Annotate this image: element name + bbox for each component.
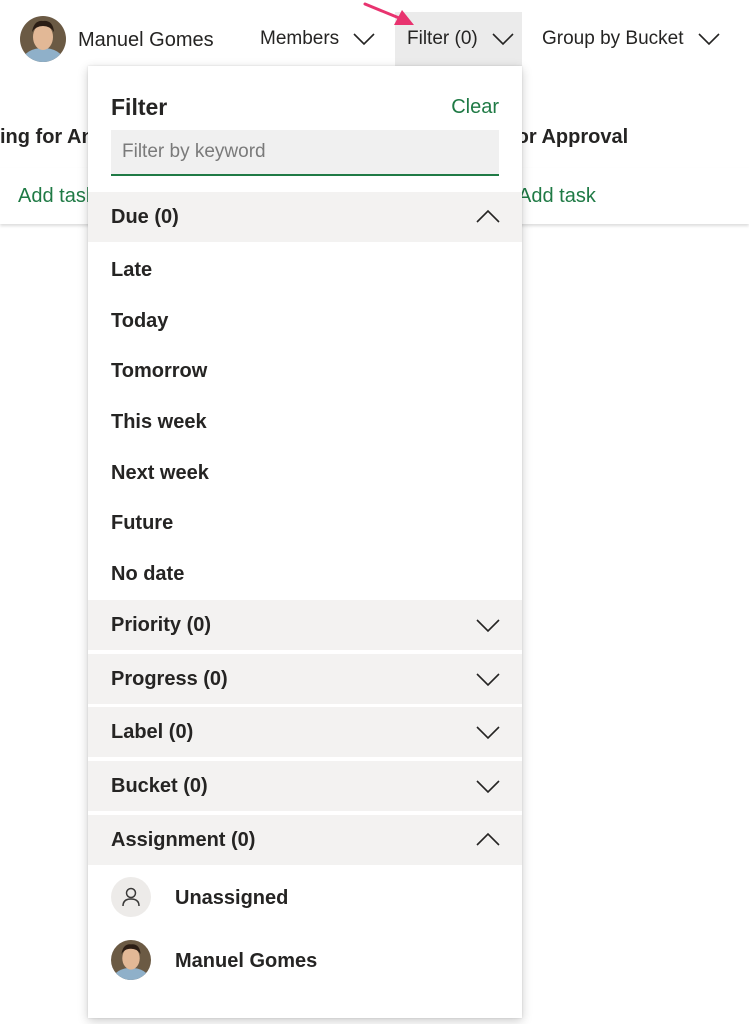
- chevron-up-icon: [476, 832, 500, 846]
- progress-section-label: Progress (0): [111, 667, 228, 690]
- chevron-down-icon: [353, 33, 375, 46]
- chevron-down-icon: [476, 726, 500, 740]
- label-section-header[interactable]: Label (0): [88, 707, 522, 757]
- assignment-option-label: Manuel Gomes: [175, 950, 318, 972]
- chevron-up-icon: [476, 209, 500, 223]
- bucket-title-right: for Approval: [510, 126, 629, 148]
- chevron-down-icon: [476, 780, 500, 794]
- due-option-today[interactable]: Today: [111, 310, 168, 333]
- assignment-section-header[interactable]: Assignment (0): [88, 815, 522, 865]
- filter-label: Filter (0): [407, 28, 478, 49]
- priority-section-label: Priority (0): [111, 613, 212, 636]
- group-by-button[interactable]: Group by Bucket: [542, 12, 720, 66]
- due-option-tomorrow[interactable]: Tomorrow: [111, 360, 207, 383]
- add-task-button-right[interactable]: Add task: [518, 185, 596, 208]
- avatar: [111, 940, 151, 980]
- due-option-future[interactable]: Future: [111, 512, 173, 535]
- progress-section-header[interactable]: Progress (0): [88, 654, 522, 704]
- assignment-option-unassigned[interactable]: Unassigned: [88, 867, 522, 927]
- bucket-section-header[interactable]: Bucket (0): [88, 761, 522, 811]
- due-option-this-week[interactable]: This week: [111, 411, 207, 434]
- chevron-down-icon: [476, 673, 500, 687]
- filter-panel: Filter Clear Due (0) Late Today Tomorrow…: [88, 66, 522, 1018]
- due-option-next-week[interactable]: Next week: [111, 462, 209, 485]
- add-task-button-left[interactable]: Add task: [18, 185, 96, 208]
- chevron-down-icon: [476, 619, 500, 633]
- chevron-down-icon: [492, 33, 514, 46]
- due-section-header[interactable]: Due (0): [88, 192, 522, 242]
- person-outline-icon: [111, 877, 151, 917]
- priority-section-header[interactable]: Priority (0): [88, 600, 522, 650]
- due-section-label: Due (0): [111, 205, 179, 228]
- user-avatar[interactable]: [20, 16, 66, 62]
- annotation-arrow-icon: [363, 2, 414, 25]
- members-label: Members: [260, 28, 340, 49]
- bucket-section-label: Bucket (0): [111, 774, 208, 797]
- chevron-down-icon: [697, 33, 720, 46]
- user-name: Manuel Gomes: [78, 29, 214, 51]
- group-by-label: Group by Bucket: [542, 28, 684, 49]
- assignment-section-label: Assignment (0): [111, 828, 256, 851]
- filter-keyword-input[interactable]: [111, 130, 499, 176]
- members-button[interactable]: Members: [260, 12, 375, 66]
- assignment-option-manuel-gomes[interactable]: Manuel Gomes: [88, 930, 522, 990]
- due-option-no-date[interactable]: No date: [111, 563, 184, 586]
- due-option-late[interactable]: Late: [111, 259, 152, 282]
- clear-button[interactable]: Clear: [451, 96, 499, 119]
- label-section-label: Label (0): [111, 720, 194, 743]
- filter-panel-title: Filter: [111, 94, 168, 120]
- assignment-option-label: Unassigned: [175, 887, 289, 909]
- bucket-title-left: ing for An: [0, 126, 94, 148]
